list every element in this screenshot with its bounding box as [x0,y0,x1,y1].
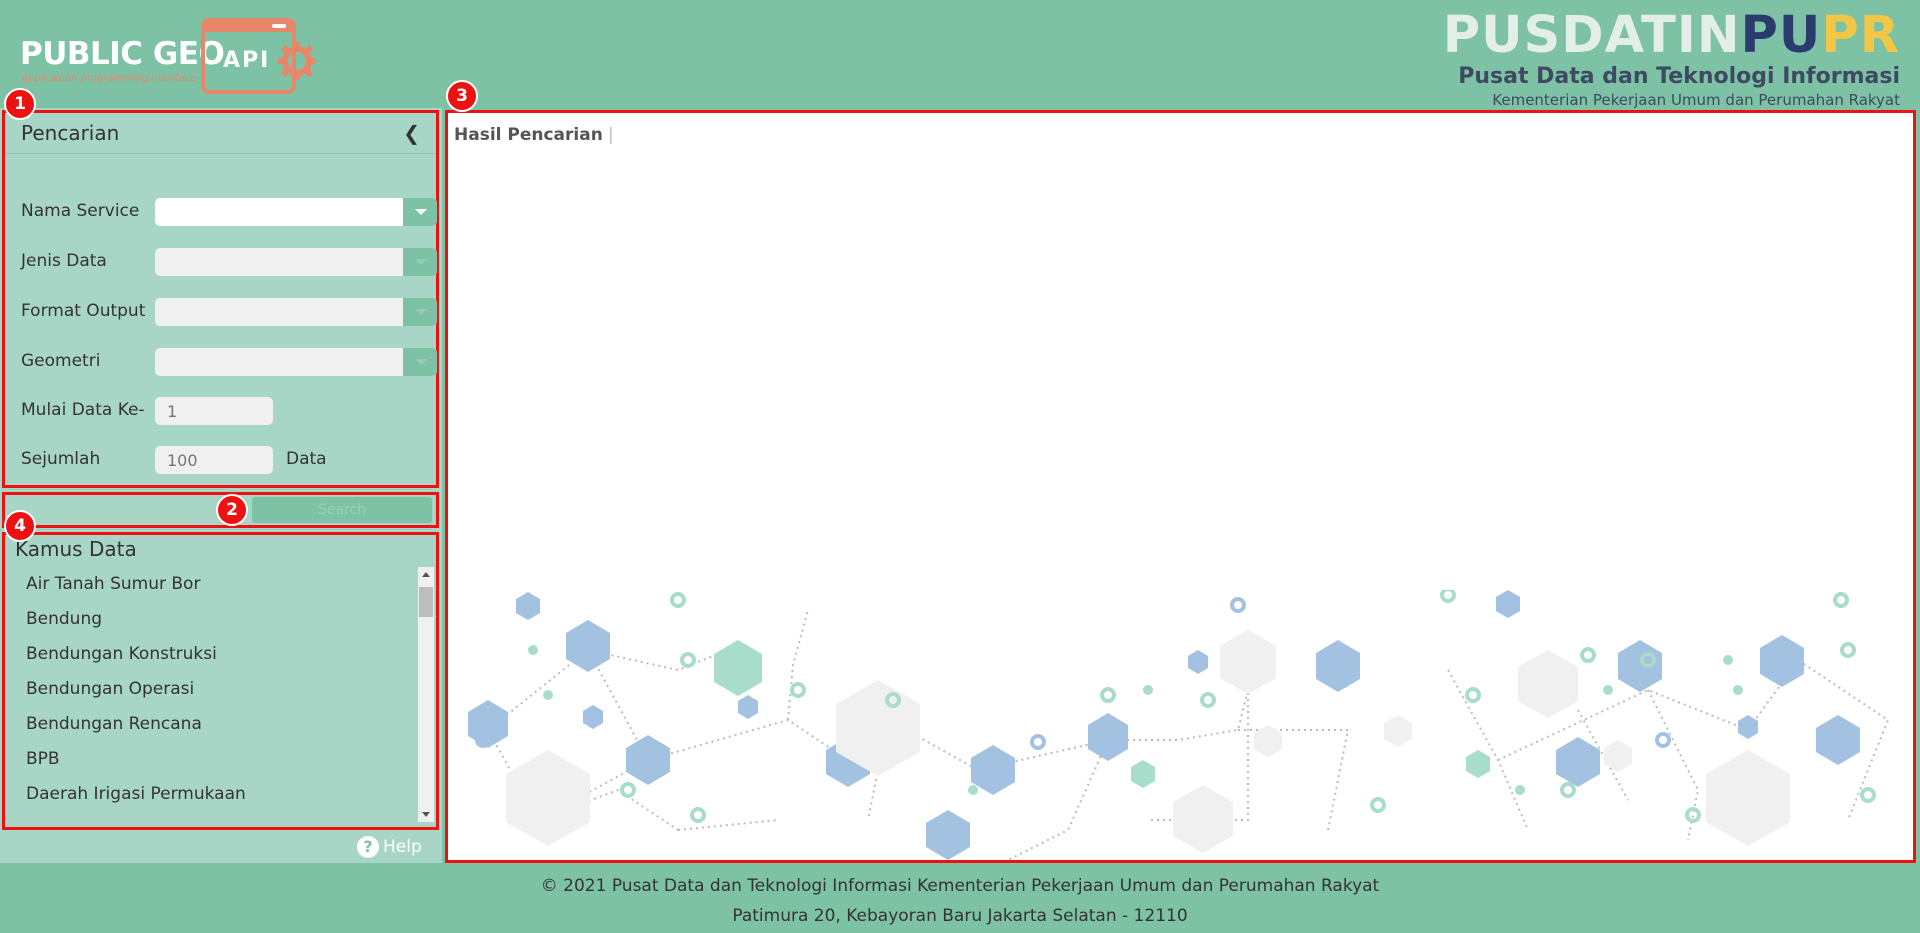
pusdatin-pr: PR [1821,6,1900,65]
pusdatin-line3: Kementerian Pekerjaan Umum dan Perumahan… [1492,91,1900,109]
pusdatin-logo: PUSDATINPUPR Pusat Data dan Teknologi In… [1443,8,1900,110]
scroll-up-icon[interactable] [418,567,434,583]
header: PUBLIC GEO application programming inter… [0,0,1920,110]
pusdatin-pu: PU [1740,6,1822,65]
question-icon: ? [357,836,379,858]
chevron-down-icon[interactable] [403,248,437,276]
scrollbar-thumb[interactable] [419,587,433,617]
list-item[interactable]: Bendungan Rencana [5,707,419,742]
list-item[interactable]: BPB [5,742,419,777]
chevron-down-icon[interactable] [403,198,437,226]
sejumlah-label: Sejumlah [21,449,101,469]
nama-service-select[interactable] [155,198,437,226]
list-item[interactable]: Bendungan Operasi [5,672,419,707]
nama-service-label: Nama Service [21,201,140,221]
footer: © 2021 Pusat Data dan Teknologi Informas… [0,863,1920,933]
geometri-label: Geometri [21,351,101,371]
hexagon-network-decoration [468,590,1890,860]
list-item[interactable]: Air Tanah Sumur Bor [5,567,419,602]
kamus-data-title: Kamus Data [15,537,137,561]
logo-text: PUBLIC GEO [20,36,225,72]
gear-icon [278,42,316,80]
pusdatin-word: PUSDATIN [1442,6,1741,65]
format-output-select[interactable] [155,298,437,326]
search-panel-title: Pencarian [21,121,120,145]
annotation-badge-4: 4 [4,510,36,542]
annotation-badge-1: 1 [4,88,36,120]
chevron-down-icon[interactable] [403,348,437,376]
kamus-data-list: Air Tanah Sumur Bor Bendung Bendungan Ko… [5,567,419,812]
mulai-input[interactable] [155,397,273,425]
help-label: Help [383,837,422,857]
jenis-data-label: Jenis Data [21,251,107,271]
format-output-label: Format Output [21,301,146,321]
divider [5,153,436,154]
chevron-left-icon[interactable]: ❮ [403,121,420,145]
logo-api: API [223,48,271,73]
list-item[interactable]: Daerah Irigasi Permukaan [5,777,419,812]
mulai-label: Mulai Data Ke- [21,400,145,420]
search-panel: Pencarian ❮ Nama Service Jenis Data Form… [2,110,439,488]
sejumlah-unit: Data [286,449,327,469]
logo-subtitle: application programming interface [22,73,197,84]
chevron-down-icon[interactable] [403,298,437,326]
pusdatin-line2: Pusat Data dan Teknologi Informasi [1458,64,1900,89]
results-separator: | [608,125,614,145]
results-title: Hasil Pencarian [454,125,603,145]
list-item[interactable]: Bendung [5,602,419,637]
jenis-data-select[interactable] [155,248,437,276]
results-panel: Hasil Pencarian | [445,110,1916,863]
scroll-down-icon[interactable] [418,806,434,822]
footer-address: Patimura 20, Kebayoran Baru Jakarta Sela… [732,906,1188,926]
annotation-badge-3: 3 [446,80,478,112]
scrollbar[interactable] [418,567,434,822]
help-link[interactable]: ? Help [357,836,422,858]
geometri-select[interactable] [155,348,437,376]
search-button[interactable]: Search [252,497,432,523]
sejumlah-input[interactable] [155,446,273,474]
footer-copyright: © 2021 Pusat Data dan Teknologi Informas… [540,876,1380,896]
kamus-data-panel: Kamus Data Air Tanah Sumur Bor Bendung B… [2,532,439,830]
annotation-badge-2: 2 [216,494,248,526]
list-item[interactable]: Bendungan Konstruksi [5,637,419,672]
